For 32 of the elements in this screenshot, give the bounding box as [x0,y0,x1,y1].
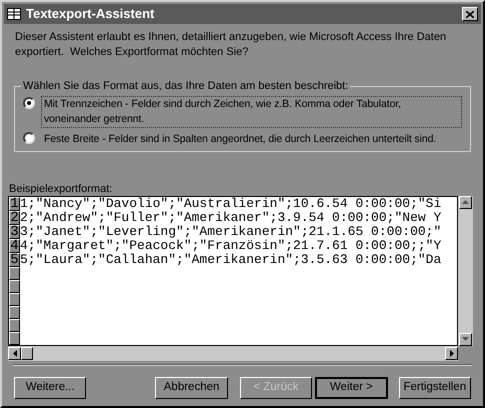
vertical-scrollbar[interactable] [458,196,473,346]
dialog-button[interactable]: Weitere... [14,377,86,399]
preview-line: 4;"Margaret";"Peacock";"Französin";21.7.61 0:00:00;;"Y [20,239,442,253]
table-icon [7,8,21,20]
scroll-down-icon[interactable] [459,333,472,346]
radio-button[interactable] [23,132,35,144]
scroll-left-icon[interactable] [8,347,21,360]
preview-line: 2;"Andrew";"Fuller";"Amerikaner";3.9.54 0:00:00;"New Y [20,211,442,225]
row-number: 4 [9,239,20,253]
window-title: Textexport-Assistent [26,5,156,24]
horizontal-scrollbar[interactable] [8,346,458,361]
close-button[interactable] [462,7,478,21]
preview-line: 5;"Laura";"Callahan";"Amerikanerin";3.5.63 0:00:00;"Da [20,253,442,267]
preview-label: Beispielexportformat: [8,182,114,196]
row-number: 1 [9,197,20,211]
scroll-thumb[interactable] [21,347,33,360]
row-number: 5 [9,253,20,267]
option-label[interactable]: Feste Breite - Felder sind in Spalten angeordnet, die durch Leerzeichen unterteilt sind. [41,130,440,148]
option-label[interactable]: Mit Trennzeichen - Felder sind durch Zeichen, wie z.B. Komma oder Tabulator, voneinander getrennt. [41,96,462,128]
dialog-button[interactable]: Weiter > [315,377,388,399]
intro-text: Dieser Assistent erlaubt es Ihnen, detailliert anzugeben, wie Microsoft Access Ihre Daten exportiert. Welches Exportformat möchten Sie? [14,30,448,60]
close-icon [466,10,474,18]
row-number: 2 [9,211,20,225]
scroll-right-icon[interactable] [445,347,458,360]
group-legend: Wählen Sie das Format aus, das Ihre Daten am besten beschreibt: [21,78,350,94]
radio-button[interactable] [23,96,35,108]
preview-line: 1;"Nancy";"Davolio";"Australierin";10.6.54 0:00:00;"Si [20,197,442,211]
row-number: 3 [9,225,20,239]
scroll-up-icon[interactable] [459,196,472,209]
dialog-button[interactable]: Fertigstellen [398,377,471,399]
preview-line: 3;"Janet";"Leverling";"Amerikanerin";21.1.65 0:00:00;" [20,225,442,239]
dialog-button[interactable]: Abbrechen [155,377,228,399]
